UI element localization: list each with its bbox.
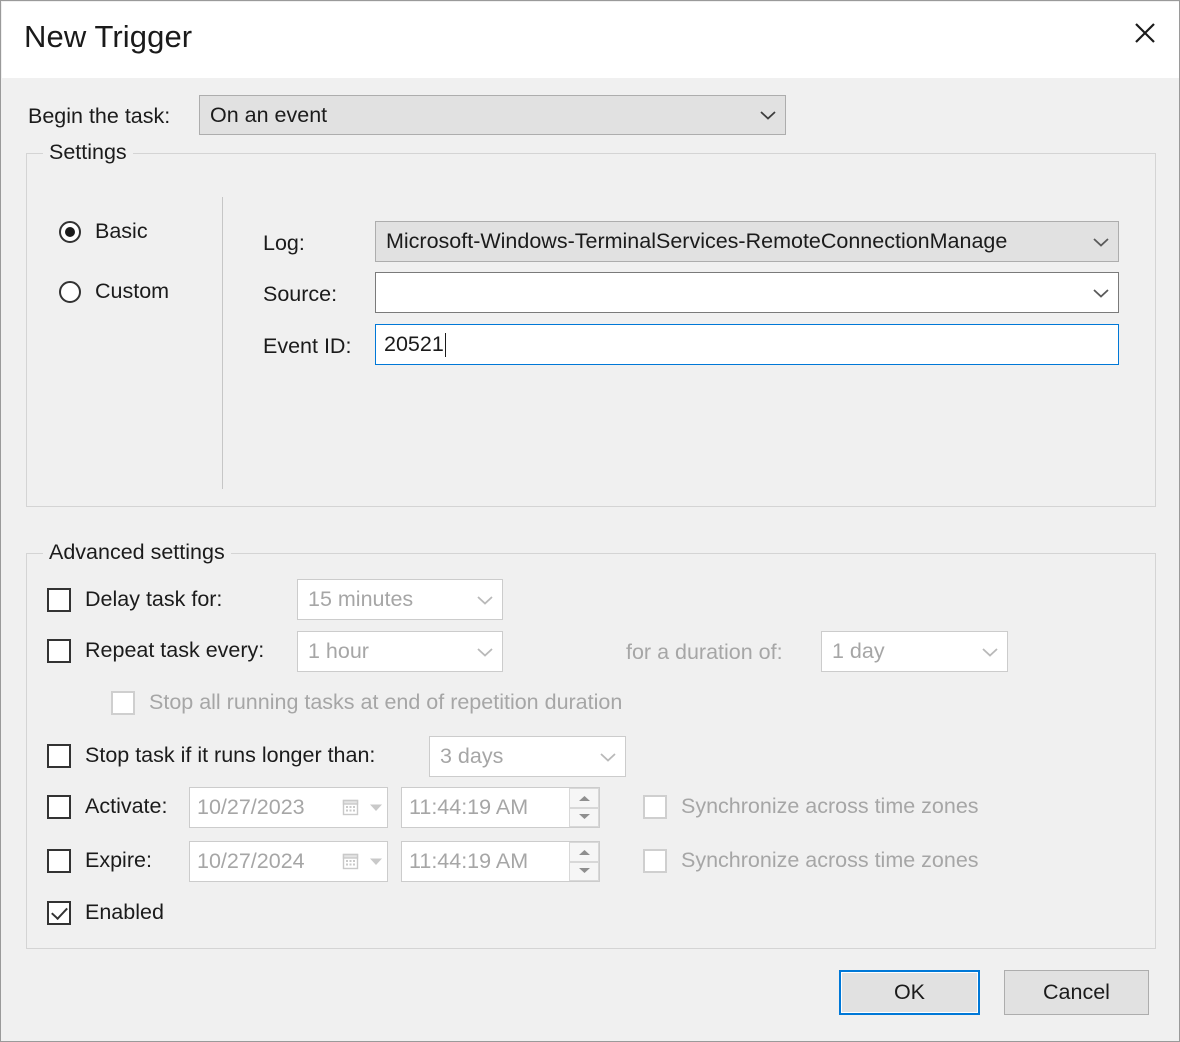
settings-group-title: Settings <box>43 140 133 165</box>
repeat-task-checkbox[interactable]: Repeat task every: <box>47 638 264 663</box>
stop-task-label: Stop task if it runs longer than: <box>85 743 375 768</box>
activate-checkbox-indicator <box>47 795 71 819</box>
expire-date-value: 10/27/2024 <box>190 849 339 874</box>
ok-button[interactable]: OK <box>839 970 980 1015</box>
stop-task-checkbox[interactable]: Stop task if it runs longer than: <box>47 743 375 768</box>
expire-time-value: 11:44:19 AM <box>402 849 569 874</box>
delay-task-checkbox[interactable]: Delay task for: <box>47 587 222 612</box>
text-caret <box>445 333 446 357</box>
source-select[interactable] <box>375 272 1119 313</box>
dialog-titlebar: New Trigger <box>2 2 1180 78</box>
sync-timezones-expire-label: Synchronize across time zones <box>681 848 979 873</box>
begin-task-value: On an event <box>200 103 751 128</box>
spinner-down-icon[interactable] <box>569 808 599 828</box>
event-id-value: 20521 <box>376 332 444 357</box>
repeat-interval-value: 1 hour <box>298 639 468 664</box>
delay-task-checkbox-indicator <box>47 588 71 612</box>
event-id-label: Event ID: <box>263 334 351 359</box>
activate-checkbox[interactable]: Activate: <box>47 794 167 819</box>
stop-all-running-tasks-label: Stop all running tasks at end of repetit… <box>149 690 622 715</box>
stop-task-checkbox-indicator <box>47 744 71 768</box>
expire-checkbox-indicator <box>47 849 71 873</box>
dialog-title: New Trigger <box>24 19 192 55</box>
close-icon[interactable] <box>1110 2 1180 64</box>
radio-basic[interactable]: Basic <box>59 219 148 244</box>
radio-basic-indicator <box>59 221 81 243</box>
enabled-checkbox[interactable]: Enabled <box>47 900 164 925</box>
sync-timezones-activate-checkbox[interactable]: Synchronize across time zones <box>643 794 979 819</box>
ok-button-label: OK <box>894 980 925 1005</box>
stop-task-duration-value: 3 days <box>430 744 591 769</box>
spinner-up-icon[interactable] <box>569 842 599 862</box>
expire-time-spinner[interactable] <box>569 842 599 881</box>
repeat-task-label: Repeat task every: <box>85 638 264 663</box>
activate-time-spinner[interactable] <box>569 788 599 827</box>
repeat-task-checkbox-indicator <box>47 639 71 663</box>
source-label: Source: <box>263 282 337 307</box>
delay-duration-value: 15 minutes <box>298 587 468 612</box>
chevron-down-icon <box>1084 287 1118 299</box>
log-value: Microsoft-Windows-TerminalServices-Remot… <box>376 229 1084 254</box>
begin-task-select[interactable]: On an event <box>199 95 786 135</box>
new-trigger-dialog: New Trigger Begin the task: On an event … <box>0 0 1180 1042</box>
chevron-down-icon <box>973 646 1007 658</box>
chevron-down-icon <box>591 751 625 763</box>
sync-timezones-expire-checkbox[interactable]: Synchronize across time zones <box>643 848 979 873</box>
activate-time-value: 11:44:19 AM <box>402 795 569 820</box>
chevron-down-icon <box>1084 236 1118 248</box>
sync-timezones-activate-checkbox-indicator <box>643 795 667 819</box>
calendar-icon <box>339 852 365 872</box>
dropdown-triangle-icon <box>365 857 387 866</box>
activate-label: Activate: <box>85 794 167 819</box>
cancel-button-label: Cancel <box>1043 980 1110 1005</box>
sync-timezones-expire-checkbox-indicator <box>643 849 667 873</box>
stop-all-running-tasks-checkbox-indicator <box>111 691 135 715</box>
chevron-down-icon <box>751 109 785 121</box>
calendar-icon <box>339 798 365 818</box>
repeat-interval-select[interactable]: 1 hour <box>297 631 503 672</box>
spinner-up-icon[interactable] <box>569 788 599 808</box>
dropdown-triangle-icon <box>365 803 387 812</box>
enabled-checkbox-indicator <box>47 901 71 925</box>
event-id-input[interactable]: 20521 <box>375 324 1119 365</box>
expire-date-picker[interactable]: 10/27/2024 <box>189 841 388 882</box>
radio-custom[interactable]: Custom <box>59 279 169 304</box>
chevron-down-icon <box>468 646 502 658</box>
advanced-group-title: Advanced settings <box>43 540 231 565</box>
settings-divider <box>222 197 223 489</box>
log-label: Log: <box>263 231 305 256</box>
spinner-down-icon[interactable] <box>569 862 599 882</box>
expire-time-picker[interactable]: 11:44:19 AM <box>401 841 600 882</box>
expire-label: Expire: <box>85 848 152 873</box>
activate-time-picker[interactable]: 11:44:19 AM <box>401 787 600 828</box>
radio-basic-label: Basic <box>95 219 148 244</box>
cancel-button[interactable]: Cancel <box>1004 970 1149 1015</box>
log-select[interactable]: Microsoft-Windows-TerminalServices-Remot… <box>375 221 1119 262</box>
duration-label: for a duration of: <box>626 640 783 665</box>
stop-task-duration-select[interactable]: 3 days <box>429 736 626 777</box>
stop-all-running-tasks-checkbox[interactable]: Stop all running tasks at end of repetit… <box>111 690 622 715</box>
chevron-down-icon <box>468 594 502 606</box>
duration-select[interactable]: 1 day <box>821 631 1008 672</box>
radio-custom-label: Custom <box>95 279 169 304</box>
activate-date-value: 10/27/2023 <box>190 795 339 820</box>
delay-duration-select[interactable]: 15 minutes <box>297 579 503 620</box>
delay-task-label: Delay task for: <box>85 587 222 612</box>
begin-task-label: Begin the task: <box>28 104 170 129</box>
duration-value: 1 day <box>822 639 973 664</box>
expire-checkbox[interactable]: Expire: <box>47 848 152 873</box>
sync-timezones-activate-label: Synchronize across time zones <box>681 794 979 819</box>
radio-custom-indicator <box>59 281 81 303</box>
activate-date-picker[interactable]: 10/27/2023 <box>189 787 388 828</box>
enabled-label: Enabled <box>85 900 164 925</box>
